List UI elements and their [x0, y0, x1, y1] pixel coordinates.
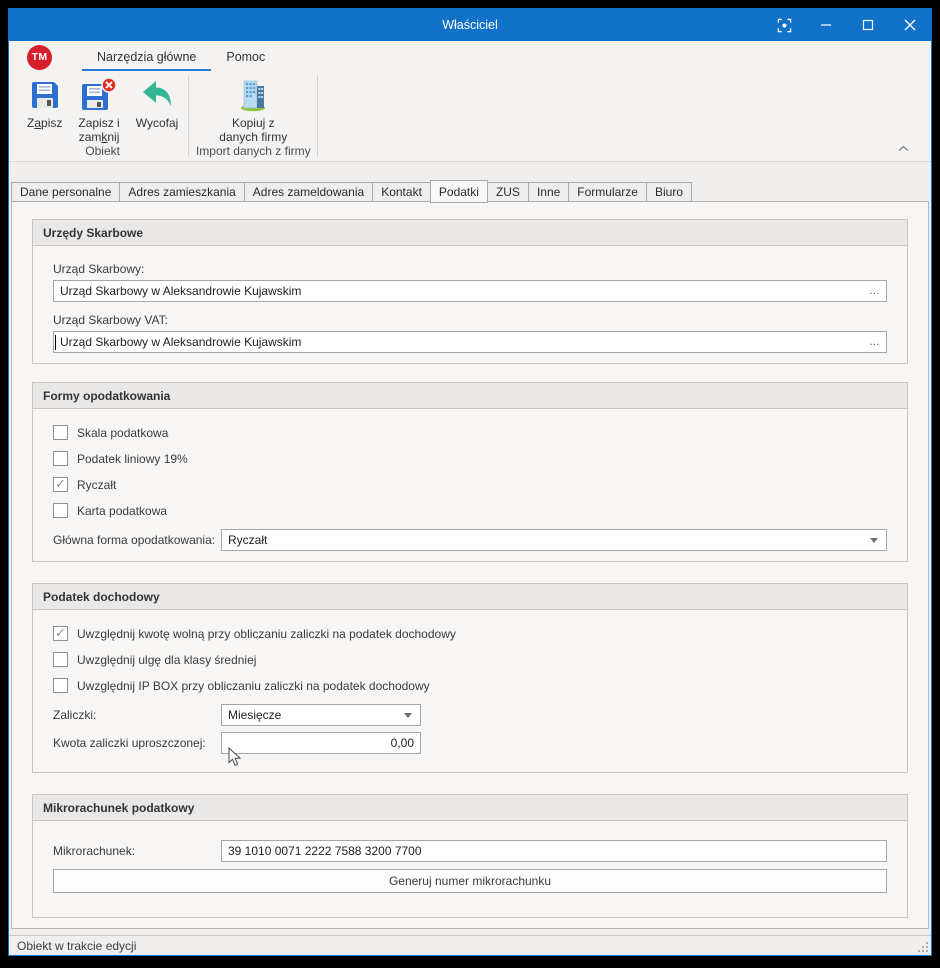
section-title: Formy opodatkowania	[33, 383, 907, 409]
checkbox-icon[interactable]	[53, 652, 68, 667]
ribbon-group-import: Kopiuj zdanych firmy Import danych z fir…	[191, 73, 315, 159]
text-caret	[55, 335, 56, 350]
ribbon-group-label-import: Import danych z firmy	[191, 144, 315, 160]
maximize-icon	[862, 19, 874, 31]
close-icon	[903, 18, 917, 32]
glowna-forma-combobox[interactable]: Ryczałt	[221, 529, 887, 551]
save-and-close-button[interactable]: Zapisz i zamknij	[70, 73, 127, 144]
ribbon-collapse-button[interactable]	[898, 139, 909, 157]
main-area: Dane personalne Adres zamieszkania Adres…	[9, 162, 931, 935]
urzad-skarbowy-field[interactable]: Urząd Skarbowy w Aleksandrowie Kujawskim…	[53, 280, 887, 302]
focus-mode-button[interactable]	[763, 9, 805, 41]
checkbox-podatek-liniowy[interactable]: Podatek liniowy 19%	[53, 451, 887, 466]
ellipsis-button[interactable]: …	[863, 336, 880, 348]
title-bar: Właściciel	[9, 9, 931, 41]
ribbon-tab-strip: TM Narzędzia główne Pomoc	[9, 41, 931, 73]
section-mikrorachunek: Mikrorachunek podatkowy Mikrorachunek: 3…	[32, 794, 908, 918]
copy-from-company-label: Kopiuj zdanych firmy	[219, 116, 287, 144]
urzad-skarbowy-vat-field[interactable]: Urząd Skarbowy w Aleksandrowie Kujawskim…	[53, 331, 887, 353]
ribbon-separator	[188, 75, 189, 157]
section-title: Mikrorachunek podatkowy	[33, 795, 907, 821]
mikrorachunek-field[interactable]: 39 1010 0071 2222 7588 3200 7700	[221, 840, 887, 862]
checkbox-icon[interactable]	[53, 678, 68, 693]
undo-button[interactable]: Wycofaj	[128, 73, 187, 130]
status-bar: Obiekt w trakcie edycji	[9, 935, 931, 955]
section-podatek-dochodowy: Podatek dochodowy Uwzględnij kwotę wolną…	[32, 583, 908, 773]
mikrorachunek-label: Mikrorachunek:	[53, 844, 221, 858]
checkbox-icon[interactable]	[53, 477, 68, 492]
ribbon-group-object: Zapisz	[19, 73, 186, 159]
app-logo[interactable]: TM	[27, 45, 52, 70]
section-formy-opodatkowania: Formy opodatkowania Skala podatkowa Poda…	[32, 382, 908, 562]
checkbox-skala-podatkowa[interactable]: Skala podatkowa	[53, 425, 887, 440]
minimize-icon	[820, 19, 832, 31]
ribbon: TM Narzędzia główne Pomoc	[9, 41, 931, 162]
checkbox-icon[interactable]	[53, 503, 68, 518]
minimize-button[interactable]	[805, 9, 847, 41]
resize-grip-icon[interactable]	[918, 942, 928, 952]
tab-content-panel: Urzędy Skarbowe Urząd Skarbowy: Urząd Sk…	[11, 201, 929, 929]
tab-adres-zamieszkania[interactable]: Adres zamieszkania	[119, 182, 244, 202]
checkbox-ulga-klasa-srednia[interactable]: Uwzględnij ulgę dla klasy średniej	[53, 652, 887, 667]
tab-podatki[interactable]: Podatki	[430, 180, 488, 203]
checkbox-icon[interactable]	[53, 451, 68, 466]
tab-formularze[interactable]: Formularze	[568, 182, 647, 202]
ribbon-body: Zapisz	[9, 73, 931, 159]
tab-dane-personalne[interactable]: Dane personalne	[11, 182, 120, 202]
checkbox-ryczalt[interactable]: Ryczałt	[53, 477, 887, 492]
glowna-forma-label: Główna forma opodatkowania:	[53, 533, 221, 547]
ellipsis-button[interactable]: …	[863, 285, 880, 297]
page-tab-strip: Dane personalne Adres zamieszkania Adres…	[11, 179, 691, 202]
ribbon-group-label-object: Obiekt	[19, 144, 186, 160]
window-controls	[763, 9, 931, 41]
kwota-zaliczki-label: Kwota zaliczki uproszczonej:	[53, 736, 221, 750]
save-icon	[29, 77, 61, 113]
save-close-icon	[79, 77, 119, 113]
checkbox-kwota-wolna[interactable]: Uwzględnij kwotę wolną przy obliczaniu z…	[53, 626, 887, 641]
company-building-icon	[235, 77, 271, 113]
section-title: Podatek dochodowy	[33, 584, 907, 610]
focus-icon	[777, 18, 792, 33]
checkbox-karta-podatkowa[interactable]: Karta podatkowa	[53, 503, 887, 518]
owner-window: Właściciel	[8, 8, 932, 956]
tab-zus[interactable]: ZUS	[487, 182, 529, 202]
tab-inne[interactable]: Inne	[528, 182, 569, 202]
status-text: Obiekt w trakcie edycji	[17, 939, 136, 953]
generate-microaccount-button[interactable]: Generuj numer mikrorachunku	[53, 869, 887, 893]
tab-biuro[interactable]: Biuro	[646, 182, 692, 202]
zaliczki-combobox[interactable]: Miesięcze	[221, 704, 421, 726]
zaliczki-label: Zaliczki:	[53, 708, 221, 722]
checkbox-icon[interactable]	[53, 425, 68, 440]
ribbon-tab-help[interactable]: Pomoc	[211, 44, 280, 71]
copy-from-company-button[interactable]: Kopiuj zdanych firmy	[211, 73, 295, 144]
chevron-up-icon	[898, 139, 909, 156]
save-button[interactable]: Zapisz	[19, 73, 70, 130]
save-close-label: Zapisz i zamknij	[78, 116, 119, 144]
section-title: Urzędy Skarbowe	[33, 220, 907, 246]
urzad-skarbowy-vat-label: Urząd Skarbowy VAT:	[53, 313, 887, 327]
undo-icon	[140, 77, 174, 113]
kwota-zaliczki-field[interactable]: 0,00	[221, 732, 421, 754]
close-button[interactable]	[889, 9, 931, 41]
chevron-down-icon	[870, 538, 878, 543]
chevron-down-icon	[404, 713, 412, 718]
urzad-skarbowy-label: Urząd Skarbowy:	[53, 262, 887, 276]
maximize-button[interactable]	[847, 9, 889, 41]
checkbox-ip-box[interactable]: Uwzględnij IP BOX przy obliczaniu zalicz…	[53, 678, 887, 693]
tab-adres-zameldowania[interactable]: Adres zameldowania	[244, 182, 373, 202]
checkbox-icon[interactable]	[53, 626, 68, 641]
save-label: Zapisz	[27, 116, 62, 130]
tab-kontakt[interactable]: Kontakt	[372, 182, 431, 202]
ribbon-tab-home[interactable]: Narzędzia główne	[82, 44, 211, 71]
section-urzedy-skarbowe: Urzędy Skarbowe Urząd Skarbowy: Urząd Sk…	[32, 219, 908, 364]
undo-label: Wycofaj	[136, 116, 179, 130]
ribbon-separator	[317, 75, 318, 157]
